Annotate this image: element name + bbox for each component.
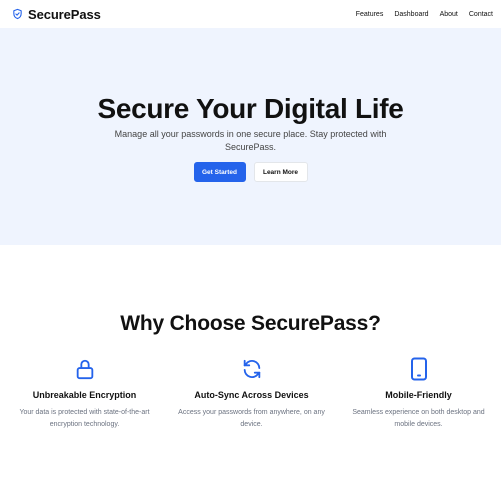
shield-icon — [13, 8, 22, 20]
feature-description: Your data is protected with state-of-the… — [19, 409, 150, 428]
nav-link-dashboard[interactable]: Dashboard — [394, 11, 428, 18]
nav-link-features[interactable]: Features — [356, 11, 384, 18]
feature-title: Auto-Sync Across Devices — [194, 390, 309, 400]
hero-title: Secure Your Digital Life — [97, 93, 404, 124]
hero-subtitle: Manage all your passwords in one secure … — [114, 129, 387, 152]
hero-section: Secure Your Digital Life Manage all your… — [0, 28, 501, 245]
nav-link-contact[interactable]: Contact — [469, 11, 493, 18]
features-title: Why Choose SecurePass? — [120, 312, 381, 335]
feature-title: Mobile-Friendly — [385, 390, 452, 400]
lock-icon — [76, 359, 93, 380]
learn-more-button[interactable]: Learn More — [253, 162, 308, 182]
navbar: SecurePass Features Dashboard About Cont… — [0, 0, 501, 28]
feature-encryption: Unbreakable Encryption Your data is prot… — [1, 356, 168, 431]
feature-description: Access your passwords from anywhere, on … — [178, 409, 325, 428]
feature-mobile: Mobile-Friendly Seamless experience on b… — [335, 356, 501, 431]
get-started-button[interactable]: Get Started — [193, 162, 246, 182]
feature-title: Unbreakable Encryption — [32, 390, 137, 400]
feature-description: Seamless experience on both desktop and … — [352, 409, 485, 428]
sync-icon — [243, 359, 260, 379]
brand-logo[interactable]: SecurePass — [12, 7, 101, 22]
mobile-icon — [410, 357, 427, 381]
nav-links: Features Dashboard About Contact — [356, 11, 493, 18]
nav-link-about[interactable]: About — [440, 11, 458, 18]
hero-buttons: Get Started Learn More — [0, 162, 501, 182]
brand-name: SecurePass — [28, 6, 101, 22]
feature-sync: Auto-Sync Across Devices Access your pas… — [168, 356, 335, 431]
